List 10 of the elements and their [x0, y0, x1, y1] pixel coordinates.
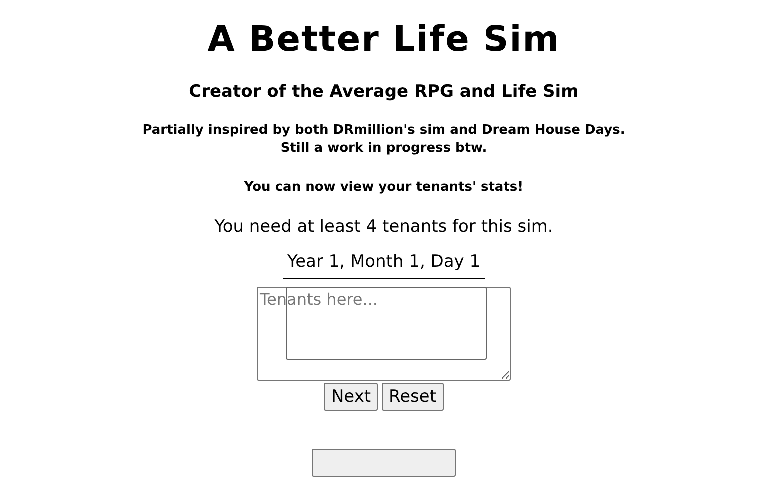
date-text: Year 1, Month 1, Day 1	[283, 252, 485, 279]
action-button[interactable]: Next	[324, 383, 378, 411]
note-text: Still a work in progress btw.	[280, 140, 488, 158]
lower-button[interactable]	[312, 449, 456, 477]
action-button[interactable]: Reset	[382, 383, 444, 411]
note-text: Partially inspired by both DRmillion's sim and Dream House Days.	[142, 122, 626, 140]
requirement-text: You need at least 4 tenants for this sim.	[214, 217, 554, 237]
page-title: A Better Life Sim	[208, 20, 560, 60]
subtitle: Creator of the Average RPG and Life Sim	[189, 82, 579, 102]
announcement: You can now view your tenants' stats!	[244, 180, 524, 195]
